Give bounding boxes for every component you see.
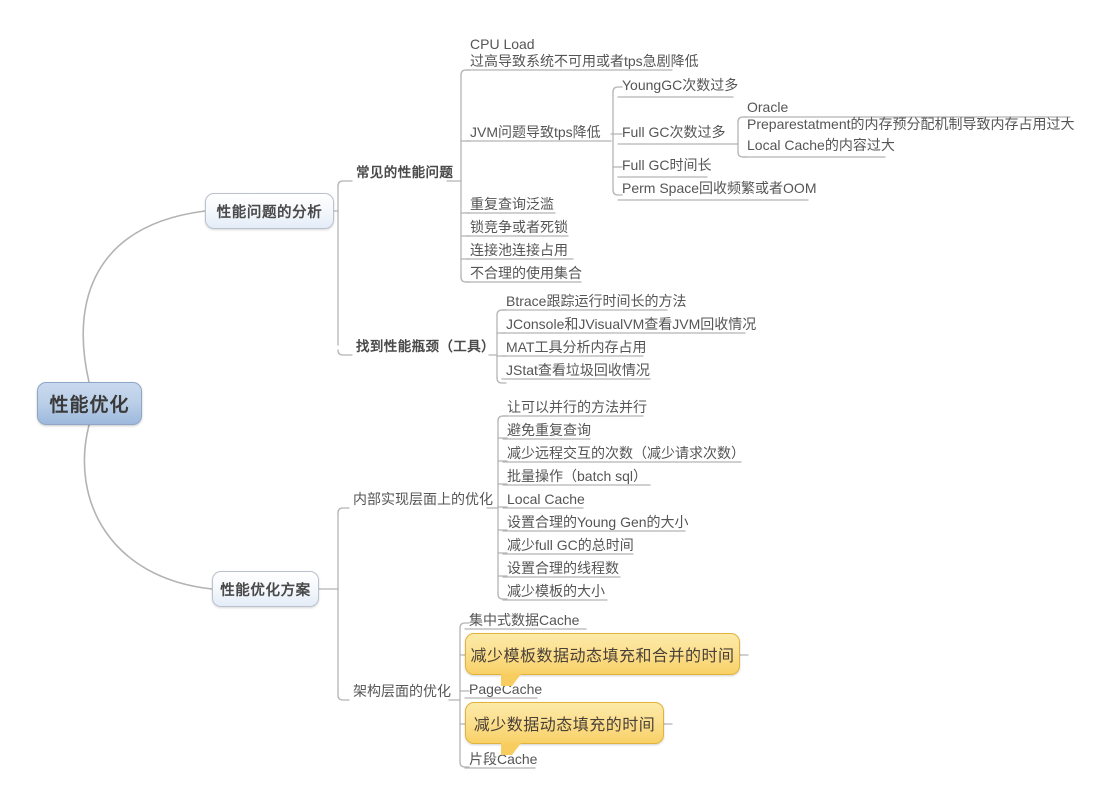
leaf-btrace[interactable]: Btrace跟踪运行时间长的方法	[502, 293, 689, 311]
leaf-jvm-problem[interactable]: JVM问题导致tps降低	[466, 124, 604, 142]
leaf-cpu-load-line1: CPU Load	[470, 36, 535, 52]
callout-tail-icon-2	[501, 743, 521, 755]
leaf-perm-space-oom[interactable]: Perm Space回收频繁或者OOM	[618, 180, 819, 198]
leaf-jconsole-jvisualvm[interactable]: JConsole和JVisualVM查看JVM回收情况	[502, 316, 759, 334]
leaf-central-data-cache[interactable]: 集中式数据Cache	[465, 612, 582, 630]
leaf-reduce-fullgc-time[interactable]: 减少full GC的总时间	[503, 537, 637, 555]
leaf-reduce-template-size[interactable]: 减少模板的大小	[503, 583, 608, 601]
leaf-lock-contention[interactable]: 锁竞争或者死锁	[466, 219, 571, 237]
leaf-connection-pool[interactable]: 连接池连接占用	[466, 242, 571, 260]
leaf-oracle-line1: Oracle	[747, 99, 789, 115]
leaf-mat-tool[interactable]: MAT工具分析内存占用	[502, 339, 650, 357]
leaf-local-cache-too-large[interactable]: Local Cache的内容过大	[743, 137, 898, 155]
callout-reduce-template-fill-merge-time[interactable]: 减少模板数据动态填充和合并的时间	[465, 633, 740, 675]
leaf-repeated-query[interactable]: 重复查询泛滥	[466, 196, 557, 214]
leaf-avoid-repeated-query[interactable]: 避免重复查询	[503, 422, 594, 440]
leaf-oracle-line2: Preparestatment的内存预分配机制导致内存占用过大	[747, 116, 1075, 132]
leaf-oracle-preparestatement[interactable]: Oracle Preparestatment的内存预分配机制导致内存占用过大	[743, 99, 1078, 134]
mindmap-canvas: 性能优化 性能问题的分析 性能优化方案 常见的性能问题 找到性能瓶颈（工具） 内…	[0, 0, 1104, 808]
branch-node-solutions[interactable]: 性能优化方案	[212, 571, 319, 607]
root-node[interactable]: 性能优化	[37, 382, 142, 425]
leaf-young-gen-size[interactable]: 设置合理的Young Gen的大小	[503, 514, 692, 532]
leaf-batch-sql[interactable]: 批量操作（batch sql）	[503, 468, 650, 486]
callout-reduce-data-fill-time[interactable]: 减少数据动态填充的时间	[465, 702, 664, 744]
group-label-common-problems[interactable]: 常见的性能问题	[352, 164, 456, 182]
group-label-bottleneck-tools[interactable]: 找到性能瓶颈（工具）	[352, 338, 498, 356]
leaf-fullgc-too-many[interactable]: Full GC次数过多	[618, 124, 728, 142]
leaf-cpu-load[interactable]: CPU Load 过高导致系统不可用或者tps急剧降低	[466, 36, 702, 71]
leaf-parallelize-methods[interactable]: 让可以并行的方法并行	[503, 399, 650, 417]
leaf-thread-count[interactable]: 设置合理的线程数	[503, 560, 622, 578]
group-label-architecture[interactable]: 架构层面的优化	[349, 683, 454, 701]
branch-node-analysis[interactable]: 性能问题的分析	[205, 193, 334, 229]
group-label-internal-impl[interactable]: 内部实现层面上的优化	[349, 491, 496, 509]
leaf-younggc-too-many[interactable]: YoungGC次数过多	[618, 77, 741, 95]
leaf-cpu-load-line2: 过高导致系统不可用或者tps急剧降低	[470, 53, 699, 69]
leaf-improper-collection[interactable]: 不合理的使用集合	[466, 265, 585, 283]
leaf-jstat[interactable]: JStat查看垃圾回收情况	[502, 362, 653, 380]
leaf-fullgc-long-time[interactable]: Full GC时间长	[618, 157, 714, 175]
leaf-reduce-remote-calls[interactable]: 减少远程交互的次数（减少请求次数）	[503, 445, 748, 463]
callout-tail-icon	[501, 674, 521, 686]
leaf-local-cache[interactable]: Local Cache	[503, 491, 588, 509]
